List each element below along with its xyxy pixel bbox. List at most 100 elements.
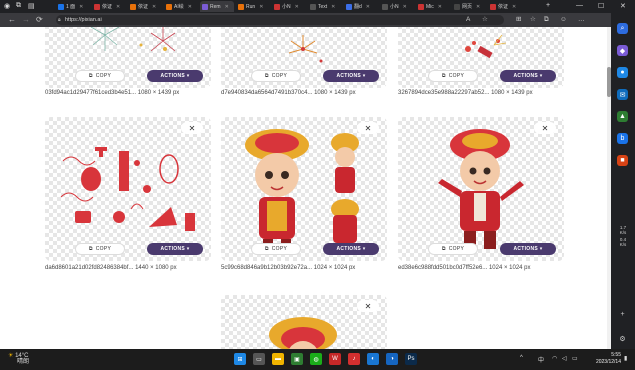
read-aloud-icon[interactable]: A (466, 16, 470, 24)
copy-button[interactable]: ⧉ COPY (251, 243, 301, 255)
copy-button[interactable]: ⧉ COPY (251, 70, 301, 82)
volume-icon[interactable]: ◁ (562, 355, 567, 362)
tab-close-icon[interactable]: ✕ (331, 4, 335, 10)
search-icon[interactable]: ⌕ (617, 23, 628, 34)
file-explorer-icon[interactable]: ▬ (272, 353, 284, 365)
minimize-button[interactable]: — (576, 2, 583, 9)
tab-close-icon[interactable]: ✕ (79, 4, 83, 10)
tab-close-icon[interactable]: ✕ (116, 4, 120, 10)
wechat-icon[interactable]: ◍ (310, 353, 322, 365)
office-icon[interactable]: ■ (617, 155, 628, 166)
games-icon[interactable]: ▲ (617, 111, 628, 122)
browser-tab[interactable]: Rem ✕ (200, 1, 234, 12)
image-card[interactable]: ⧉ COPY ACTIONS ▾ ✕ (221, 117, 387, 261)
collections-button-icon[interactable]: ⧉ (544, 16, 549, 24)
clock[interactable]: 5:55 2023/12/14 (596, 352, 621, 366)
image-card[interactable]: ⧉ COPY ACTIONS ▾ ✕ (45, 117, 211, 261)
netease-music-icon[interactable]: ♪ (348, 353, 360, 365)
bing-icon[interactable]: b (617, 133, 628, 144)
tab-close-icon[interactable]: ✕ (259, 4, 263, 10)
notification-icon[interactable]: ▮ (624, 355, 627, 362)
tab-label: AI绘 (174, 4, 184, 10)
edge-icon[interactable]: ● (617, 67, 628, 78)
image-caption: ed38e6c988fdd501bc0d7ff52e6... 1024 × 10… (398, 265, 531, 271)
close-button[interactable]: ✕ (357, 122, 379, 134)
image-card[interactable]: ✕ (221, 295, 387, 349)
photoshop-icon[interactable]: Ps (405, 353, 417, 365)
browser-tab[interactable]: 翻d ✕ (344, 1, 378, 12)
forward-button[interactable]: → (22, 15, 30, 25)
actions-button[interactable]: ACTIONS ▾ (147, 243, 203, 255)
photos-icon[interactable]: ▣ (291, 353, 303, 365)
task-view-icon[interactable]: ▭ (253, 353, 265, 365)
browser-tab[interactable]: Text ✕ (308, 1, 342, 12)
close-button[interactable]: ✕ (534, 122, 556, 134)
browser-tab[interactable]: 依证 ✕ (92, 1, 126, 12)
tab-close-icon[interactable]: ✕ (366, 4, 370, 10)
image-card[interactable]: ⧉ COPY ACTIONS ▾ ✕ (398, 117, 564, 261)
tab-close-icon[interactable]: ✕ (476, 4, 480, 10)
browser-tab[interactable]: 小N ✕ (380, 1, 414, 12)
split-screen-icon[interactable]: ⊞ (516, 16, 521, 24)
actions-button[interactable]: ACTIONS ▾ (323, 243, 379, 255)
tab-actions-icon[interactable]: ▤ (28, 2, 35, 10)
tab-close-icon[interactable]: ✕ (403, 4, 407, 10)
reload-button[interactable]: ⟳ (36, 15, 43, 25)
close-button[interactable]: ✕ (357, 300, 379, 312)
collections-icon[interactable]: ⧉ (16, 2, 21, 10)
language-indicator[interactable]: 中 (538, 355, 544, 364)
actions-button[interactable]: ACTIONS ▾ (500, 243, 556, 255)
chinese-decorations-image (60, 147, 195, 231)
browser-tab[interactable]: 依证 ✕ (488, 1, 522, 12)
image-card[interactable]: ⧉ COPY ACTIONS ▾ (45, 27, 211, 88)
actions-button[interactable]: ACTIONS ▾ (147, 70, 203, 82)
actions-button[interactable]: ACTIONS ▾ (323, 70, 379, 82)
tab-close-icon[interactable]: ✕ (225, 4, 229, 10)
tray-expand-icon[interactable]: ^ (520, 355, 523, 361)
weather-widget[interactable]: ☀ 14°C 晴朗 (8, 353, 29, 365)
actions-button[interactable]: ACTIONS ▾ (500, 70, 556, 82)
browser-tab[interactable]: 小N ✕ (272, 1, 306, 12)
image-card[interactable]: ⧉ COPY ACTIONS ▾ (398, 27, 564, 88)
battery-icon[interactable]: ▭ (572, 355, 578, 362)
wps-icon[interactable]: W (329, 353, 341, 365)
tab-close-icon[interactable]: ✕ (512, 4, 516, 10)
copy-button[interactable]: ⧉ COPY (428, 243, 478, 255)
browser-tab[interactable]: AI绘 ✕ (164, 1, 198, 12)
edge-browser-icon[interactable]: ◐ (367, 353, 379, 365)
tab-close-icon[interactable]: ✕ (188, 4, 192, 10)
maximize-button[interactable]: ☐ (598, 2, 604, 10)
copy-button[interactable]: ⧉ COPY (75, 70, 125, 82)
browser-tab[interactable]: 网页 ✕ (452, 1, 486, 12)
address-bar[interactable]: 🔒︎ https://pixian.ai (56, 15, 504, 25)
favorite-icon[interactable]: ☆ (482, 16, 488, 24)
edge-dev-icon[interactable]: ◑ (386, 353, 398, 365)
outlook-icon[interactable]: ✉ (617, 89, 628, 100)
browser-tab[interactable]: Mic ✕ (416, 1, 450, 12)
more-menu-icon[interactable]: … (578, 16, 585, 24)
tab-close-icon[interactable]: ✕ (152, 4, 156, 10)
copy-button[interactable]: ⧉ COPY (428, 70, 478, 82)
favorites-icon[interactable]: ☆ (530, 16, 536, 24)
browser-tab[interactable]: 1 面 ✕ (56, 1, 90, 12)
profile-avatar-icon[interactable]: ☺ (560, 16, 567, 24)
new-tab-button[interactable]: + (546, 2, 550, 9)
url-text: https://pixian.ai (65, 17, 102, 23)
tab-close-icon[interactable]: ✕ (438, 4, 442, 10)
tab-favicon-icon (418, 3, 424, 10)
settings-icon[interactable]: ⚙ (617, 333, 628, 344)
browser-tab[interactable]: 依证 ✕ (128, 1, 162, 12)
add-sidebar-icon[interactable]: + (617, 309, 628, 320)
tab-favicon-icon (454, 3, 460, 10)
browser-tab[interactable]: Run ✕ (236, 1, 270, 12)
start-icon[interactable]: ⊞ (234, 353, 246, 365)
tab-close-icon[interactable]: ✕ (295, 4, 299, 10)
image-card[interactable]: ⧉ COPY ACTIONS ▾ (221, 27, 387, 88)
back-button[interactable]: ← (8, 15, 16, 25)
close-window-button[interactable]: ✕ (620, 2, 626, 10)
wifi-icon[interactable]: ◠ (552, 355, 557, 362)
close-button[interactable]: ✕ (181, 122, 203, 134)
profile-icon[interactable]: ◉ (4, 2, 10, 10)
copy-button[interactable]: ⧉ COPY (75, 243, 125, 255)
extension-icon[interactable]: ◆ (617, 45, 628, 56)
